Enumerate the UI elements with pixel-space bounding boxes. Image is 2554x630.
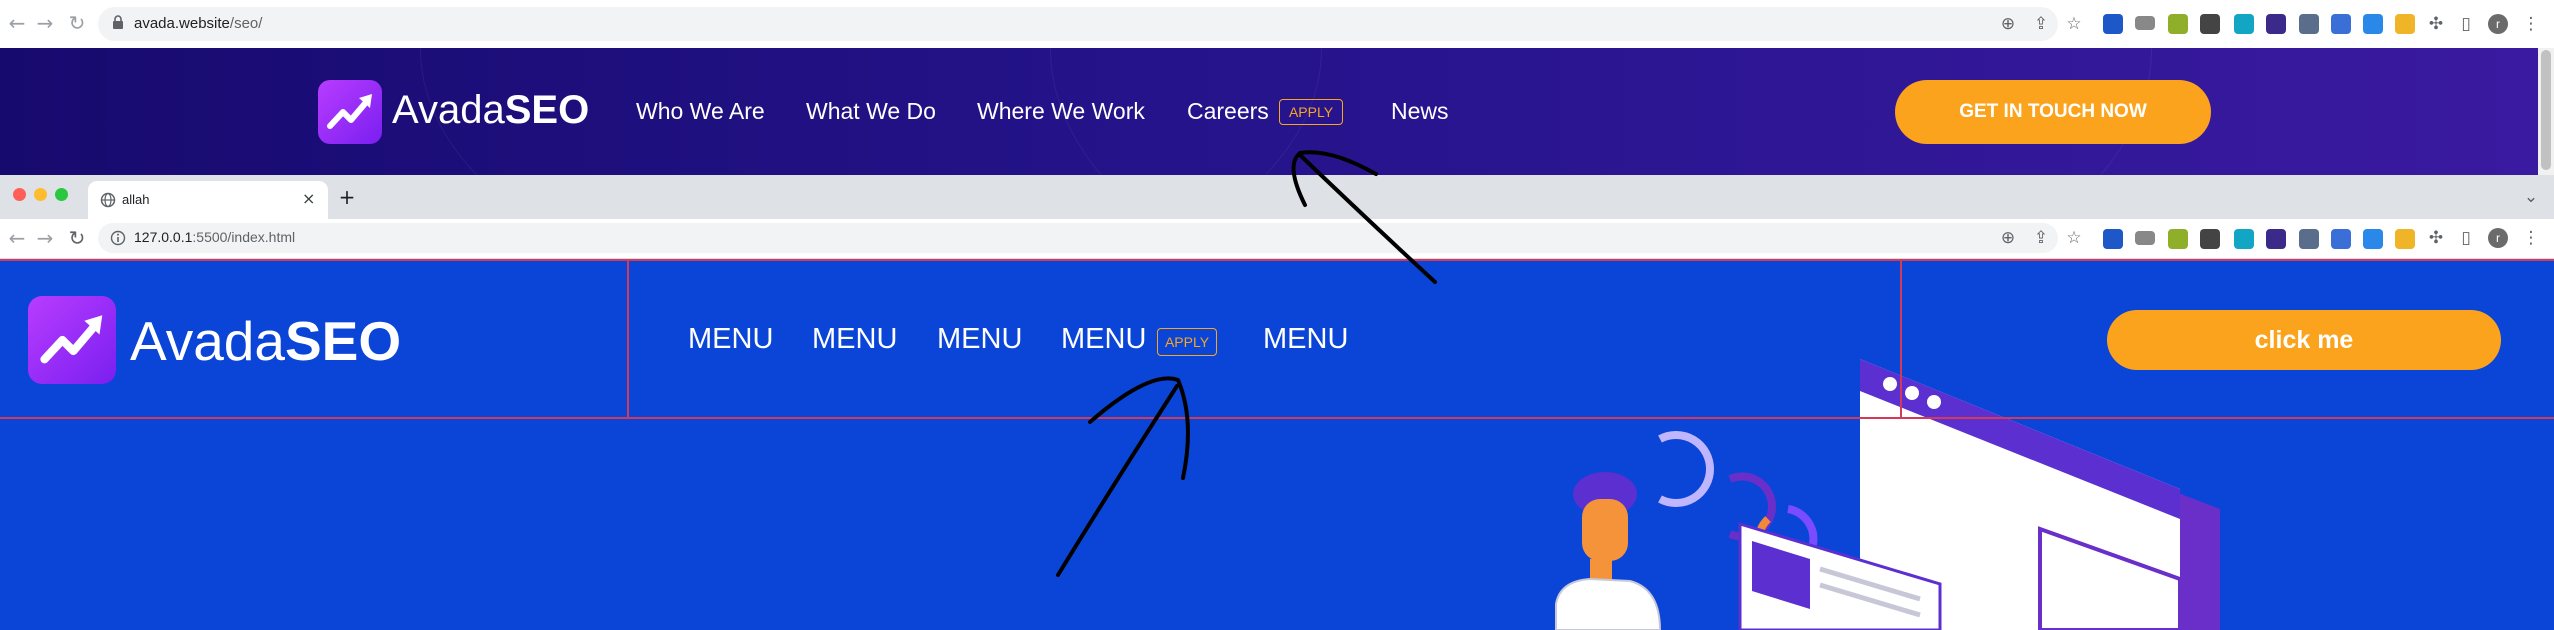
info-icon[interactable] xyxy=(110,230,126,246)
extension-icon[interactable] xyxy=(2266,14,2286,34)
nav-careers[interactable]: Careers xyxy=(1187,98,1269,125)
layout-guide-line xyxy=(0,259,2554,261)
menu-item[interactable]: MENU xyxy=(1263,323,1348,356)
avatar[interactable]: r xyxy=(2488,228,2508,248)
layout-guide-line xyxy=(1900,259,1902,418)
menu-item[interactable]: MENU xyxy=(937,323,1022,356)
close-icon[interactable]: × xyxy=(302,189,315,208)
nav-where-we-work[interactable]: Where We Work xyxy=(977,98,1145,125)
extension-icon[interactable] xyxy=(2135,231,2155,245)
nav-what-we-do[interactable]: What We Do xyxy=(806,98,936,125)
extension-icon[interactable] xyxy=(2234,229,2254,249)
star-icon[interactable]: ☆ xyxy=(2063,13,2085,35)
second-browser-toolbar: ← → ↻ 127.0.0.1:5500/index.html ⊕ ⇪ ☆ ✣ … xyxy=(0,219,2554,259)
extension-icon[interactable] xyxy=(2168,14,2188,34)
top-url-text[interactable]: avada.website/seo/ xyxy=(134,15,262,32)
puzzle-icon[interactable]: ✣ xyxy=(2425,227,2447,249)
extension-icon[interactable] xyxy=(2200,14,2220,34)
kebab-icon[interactable]: ⋮ xyxy=(2520,227,2542,249)
reference-site-header: AvadaSEO Who We Are What We Do Where We … xyxy=(0,48,2538,175)
sidepanel-icon[interactable]: ▯ xyxy=(2455,13,2477,35)
menu-item[interactable]: MENU xyxy=(1061,323,1146,356)
extension-icon[interactable] xyxy=(2103,229,2123,249)
extension-icon[interactable] xyxy=(2331,14,2351,34)
scrollbar-thumb[interactable] xyxy=(2541,50,2551,170)
nav-who-we-are[interactable]: Who We Are xyxy=(636,98,765,125)
second-address-bar[interactable]: 127.0.0.1:5500/index.html xyxy=(98,223,2058,253)
extension-icon[interactable] xyxy=(2103,14,2123,34)
logo-text[interactable]: AvadaSEO xyxy=(392,88,589,133)
forward-icon[interactable]: → xyxy=(34,12,56,34)
second-url-text[interactable]: 127.0.0.1:5500/index.html xyxy=(134,229,295,245)
minimize-window-icon[interactable] xyxy=(34,188,47,201)
star-icon[interactable]: ☆ xyxy=(2063,227,2085,249)
nav-news[interactable]: News xyxy=(1391,98,1449,125)
get-in-touch-button[interactable]: GET IN TOUCH NOW xyxy=(1895,80,2211,144)
kebab-icon[interactable]: ⋮ xyxy=(2520,13,2542,35)
extension-icon[interactable] xyxy=(2363,229,2383,249)
extension-icon[interactable] xyxy=(2299,14,2319,34)
forward-icon[interactable]: → xyxy=(34,227,56,249)
layout-guide-line xyxy=(627,259,629,418)
zoom-icon[interactable]: ⊕ xyxy=(1997,13,2019,35)
clone-site-header: AvadaSEO MENU MENU MENU MENU APPLY MENU … xyxy=(0,259,2554,630)
puzzle-icon[interactable]: ✣ xyxy=(2425,13,2447,35)
reload-icon[interactable]: ↻ xyxy=(66,12,88,34)
extension-icon[interactable] xyxy=(2395,229,2415,249)
logo-icon[interactable] xyxy=(318,80,382,144)
top-browser-toolbar: ← → ↻ avada.website/seo/ ⊕ ⇪ ☆ ✣ ▯ r ⋮ xyxy=(0,0,2554,49)
close-window-icon[interactable] xyxy=(13,188,26,201)
logo-text[interactable]: AvadaSEO xyxy=(130,309,401,373)
apply-badge: APPLY xyxy=(1279,99,1343,125)
share-icon[interactable]: ⇪ xyxy=(2030,13,2052,35)
globe-icon xyxy=(100,192,116,208)
chevron-down-icon[interactable]: ⌄ xyxy=(2520,186,2542,208)
extension-icon[interactable] xyxy=(2395,14,2415,34)
second-browser-tabstrip: + ⌄ xyxy=(0,175,2554,219)
tab-title: allah xyxy=(122,192,150,207)
sidepanel-icon[interactable]: ▯ xyxy=(2455,227,2477,249)
top-address-bar[interactable]: avada.website/seo/ xyxy=(98,7,2058,41)
extension-icon[interactable] xyxy=(2363,14,2383,34)
menu-item[interactable]: MENU xyxy=(688,323,773,356)
extension-icon[interactable] xyxy=(2299,229,2319,249)
logo-icon[interactable] xyxy=(28,296,116,384)
lock-icon[interactable] xyxy=(112,15,123,29)
extension-icon[interactable] xyxy=(2168,229,2188,249)
click-me-button[interactable]: click me xyxy=(2107,310,2501,370)
extension-icon[interactable] xyxy=(2266,229,2286,249)
back-icon[interactable]: ← xyxy=(6,227,28,249)
extension-icon[interactable] xyxy=(2331,229,2351,249)
active-tab[interactable]: allah × xyxy=(88,181,328,219)
reload-icon[interactable]: ↻ xyxy=(66,227,88,249)
layout-guide-line xyxy=(0,417,2554,419)
apply-badge: APPLY xyxy=(1157,328,1217,356)
avatar[interactable]: r xyxy=(2488,14,2508,34)
maximize-window-icon[interactable] xyxy=(55,188,68,201)
extension-icon[interactable] xyxy=(2135,16,2155,30)
zoom-icon[interactable]: ⊕ xyxy=(1997,227,2019,249)
extension-icon[interactable] xyxy=(2200,229,2220,249)
menu-item[interactable]: MENU xyxy=(812,323,897,356)
extension-icon[interactable] xyxy=(2234,14,2254,34)
plus-icon[interactable]: + xyxy=(336,186,358,208)
share-icon[interactable]: ⇪ xyxy=(2030,227,2052,249)
back-icon[interactable]: ← xyxy=(6,12,28,34)
